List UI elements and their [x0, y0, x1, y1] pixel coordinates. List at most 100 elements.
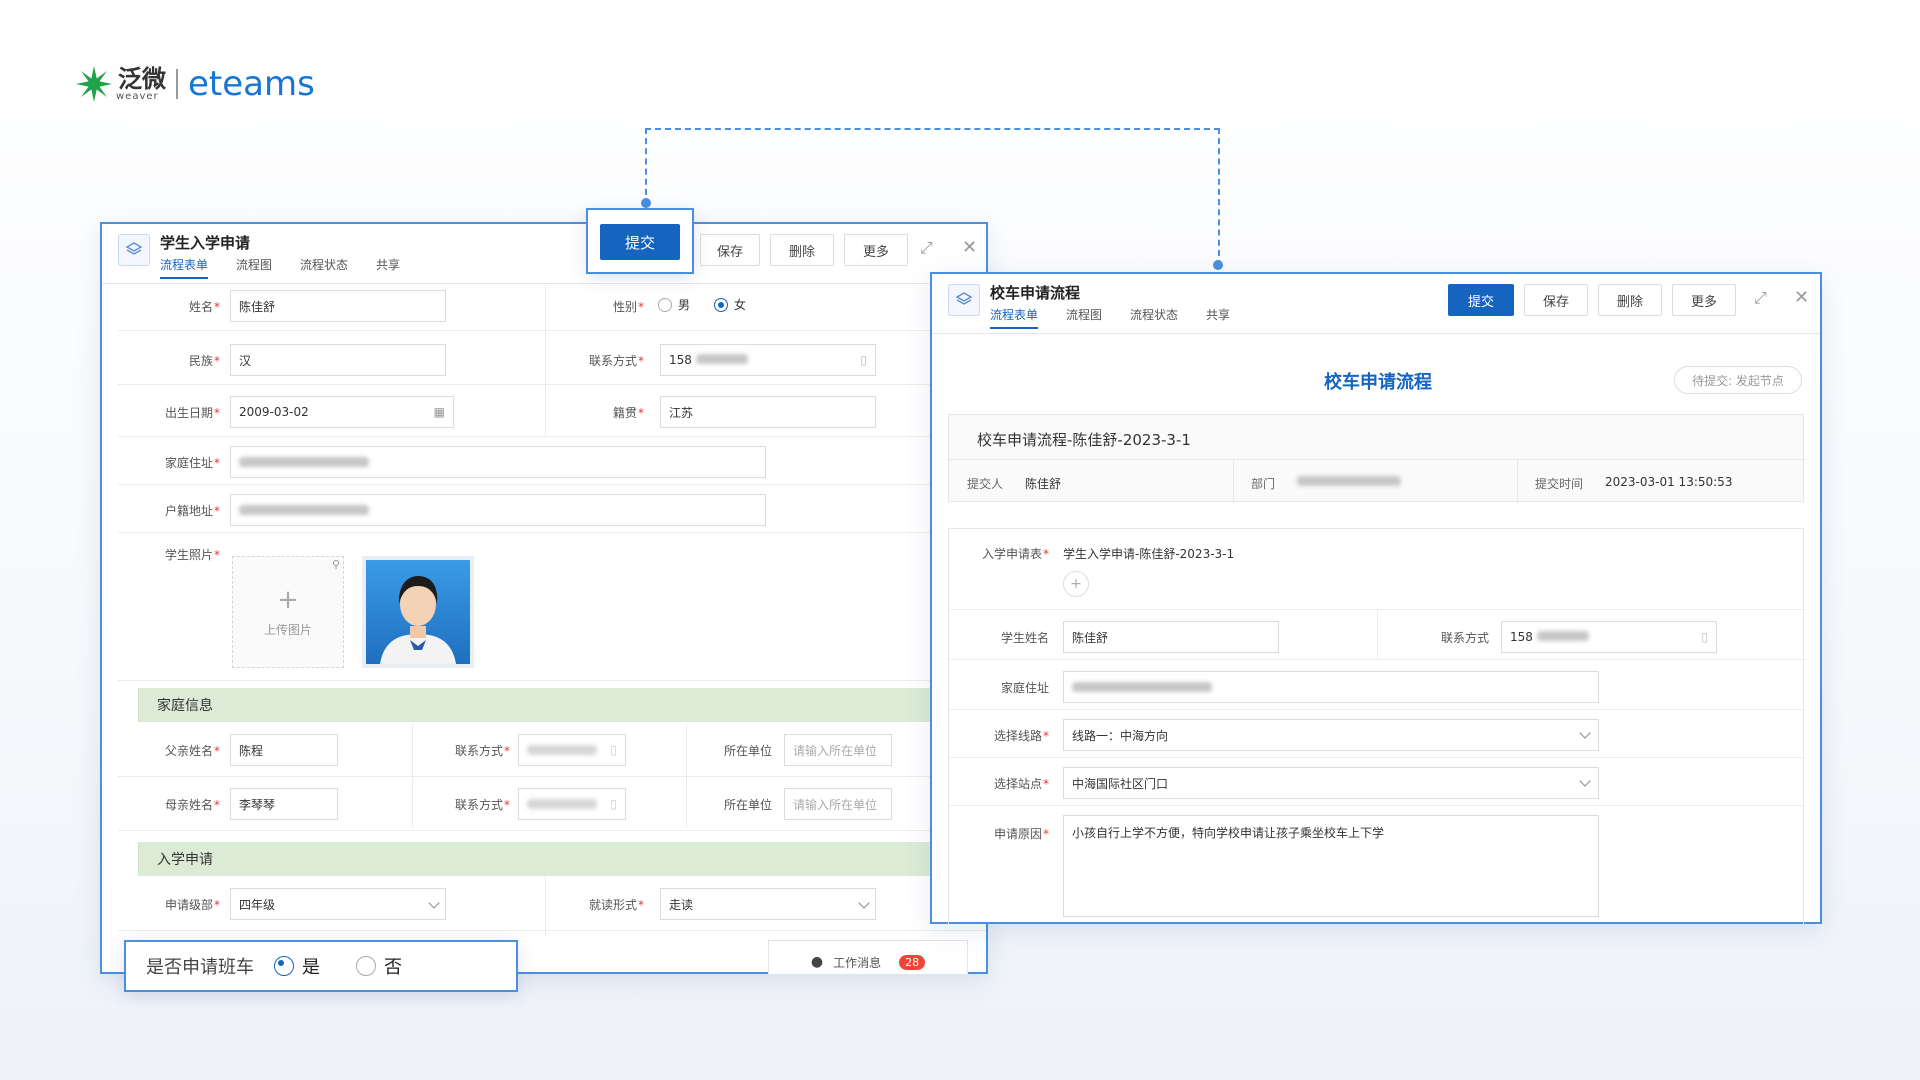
- window-tabs: 流程表单 流程图 流程状态 共享: [990, 306, 1230, 329]
- masked-value: [527, 745, 597, 755]
- family-info-section: 家庭信息: [138, 688, 978, 722]
- window-header: 学生入学申请 流程表单 流程图 流程状态 共享 保存 删除 更多 ⤢ ✕: [102, 224, 986, 284]
- weaver-logo-icon: [76, 66, 112, 102]
- submit-button[interactable]: 提交: [600, 224, 680, 260]
- stop-label: 选择站点*: [993, 777, 1049, 791]
- row-divider: [118, 484, 986, 485]
- close-icon[interactable]: ✕: [1794, 287, 1809, 308]
- expand-icon[interactable]: ⤢: [1754, 288, 1767, 308]
- col-divider: [1517, 459, 1518, 503]
- placeholder-text: 请输入所在单位: [793, 797, 878, 812]
- submit-button[interactable]: 提交: [1448, 284, 1514, 316]
- attend-mode-label: 就读形式*: [588, 898, 644, 912]
- bus-address-input[interactable]: [1063, 671, 1599, 703]
- father-work-label: 所在单位: [723, 744, 772, 758]
- connector-dot-start: [641, 198, 651, 208]
- tab-status[interactable]: 流程状态: [1130, 306, 1178, 329]
- paperclip-icon: ⚲: [331, 558, 340, 571]
- native-input[interactable]: 江苏: [660, 396, 876, 428]
- enroll-form-link[interactable]: 学生入学申请-陈佳舒-2023-3-1: [1063, 545, 1234, 562]
- contact-value: 158: [1510, 630, 1533, 644]
- reason-textarea[interactable]: 小孩自行上学不方便，特向学校申请让孩子乘坐校车上下学: [1063, 815, 1599, 917]
- bus-yes-label: 是: [302, 957, 320, 978]
- tab-status[interactable]: 流程状态: [300, 256, 348, 279]
- tab-form[interactable]: 流程表单: [160, 256, 209, 279]
- tab-form[interactable]: 流程表单: [990, 306, 1039, 329]
- row-divider: [949, 459, 1805, 460]
- gender-female-radio[interactable]: [714, 297, 729, 312]
- window-title: 学生入学申请: [160, 234, 251, 252]
- more-button[interactable]: 更多: [844, 234, 908, 266]
- name-input[interactable]: 陈佳舒: [230, 290, 446, 322]
- attend-mode-select[interactable]: 走读: [660, 888, 876, 920]
- birth-date-input[interactable]: 2009-03-02 ▦: [230, 396, 454, 428]
- father-work-input[interactable]: 请输入所在单位: [784, 734, 892, 766]
- phone-icon: ▯: [860, 353, 867, 367]
- submitter-value: 陈佳舒: [1025, 477, 1062, 491]
- mother-contact-input[interactable]: ▯: [518, 788, 626, 820]
- add-link-button[interactable]: +: [1063, 571, 1089, 597]
- grade-label: 申请级部*: [164, 898, 220, 912]
- grade-value: 四年级: [239, 897, 276, 912]
- reason-label: 申请原因*: [993, 827, 1049, 841]
- bus-form-fields: 入学申请表* 学生入学申请-陈佳舒-2023-3-1 + 学生姓名 陈佳舒 联系…: [948, 528, 1805, 924]
- father-name-input[interactable]: 陈程: [230, 734, 338, 766]
- message-icon: ●: [810, 954, 824, 970]
- father-name-label: 父亲姓名*: [164, 744, 220, 758]
- grade-select[interactable]: 四年级: [230, 888, 446, 920]
- logo-wordmark: 泛微 weaver: [116, 67, 166, 102]
- photo-label: 学生照片*: [164, 548, 220, 562]
- submitter-label: 提交人: [967, 477, 1004, 491]
- messages-label: 工作消息: [833, 955, 882, 970]
- connector-dot-end: [1213, 260, 1223, 270]
- hukou-address-input[interactable]: [230, 494, 766, 526]
- route-select[interactable]: 线路一：中海方向: [1063, 719, 1599, 751]
- bus-no-radio[interactable]: [356, 956, 376, 976]
- save-button[interactable]: 保存: [1524, 284, 1588, 316]
- bus-contact-label: 联系方式: [1440, 631, 1489, 645]
- work-messages-button[interactable]: ● 工作消息 28: [768, 940, 968, 974]
- row-divider: [118, 930, 986, 931]
- hukou-address-label: 户籍地址*: [164, 504, 220, 518]
- gender-male-radio[interactable]: [658, 297, 672, 312]
- portrait-image: [366, 560, 470, 664]
- more-button[interactable]: 更多: [1672, 284, 1736, 316]
- student-photo[interactable]: [362, 556, 474, 668]
- row-divider: [118, 330, 986, 331]
- tab-share[interactable]: 共享: [1206, 306, 1230, 329]
- student-enrollment-window: 学生入学申请 流程表单 流程图 流程状态 共享 保存 删除 更多 ⤢ ✕ 姓名*…: [100, 222, 988, 974]
- tab-flowchart[interactable]: 流程图: [236, 256, 272, 279]
- masked-value: [695, 354, 748, 364]
- col-divider: [545, 876, 546, 936]
- expand-icon[interactable]: ⤢: [920, 238, 933, 258]
- calendar-icon[interactable]: ▦: [434, 405, 445, 419]
- upload-image-button[interactable]: + 上传图片 ⚲: [232, 556, 344, 668]
- close-icon[interactable]: ✕: [962, 237, 977, 258]
- row-divider: [118, 830, 986, 831]
- father-contact-input[interactable]: ▯: [518, 734, 626, 766]
- delete-button[interactable]: 删除: [770, 234, 834, 266]
- contact-input[interactable]: 158 ▯: [660, 344, 876, 376]
- native-label: 籍贯*: [612, 406, 644, 420]
- ethnic-input[interactable]: 汉: [230, 344, 446, 376]
- bus-contact-input[interactable]: 158 ▯: [1501, 621, 1717, 653]
- mother-work-input[interactable]: 请输入所在单位: [784, 788, 892, 820]
- row-divider: [118, 436, 986, 437]
- student-name-input[interactable]: 陈佳舒: [1063, 621, 1279, 653]
- bus-yes-radio[interactable]: [274, 956, 294, 976]
- gender-radio-group: 男 女: [658, 296, 746, 313]
- father-contact-label: 联系方式*: [454, 744, 510, 758]
- row-divider: [118, 532, 986, 533]
- tab-flowchart[interactable]: 流程图: [1066, 306, 1102, 329]
- stop-select[interactable]: 中海国际社区门口: [1063, 767, 1599, 799]
- masked-value: [1072, 682, 1212, 692]
- contact-value: 158: [669, 353, 692, 367]
- save-button[interactable]: 保存: [700, 234, 760, 266]
- home-address-label: 家庭住址*: [164, 456, 220, 470]
- home-address-input[interactable]: [230, 446, 766, 478]
- tab-share[interactable]: 共享: [376, 256, 400, 279]
- phone-icon: ▯: [610, 797, 617, 811]
- mother-name-input[interactable]: 李琴琴: [230, 788, 338, 820]
- delete-button[interactable]: 删除: [1598, 284, 1662, 316]
- gender-label: 性别*: [612, 300, 644, 314]
